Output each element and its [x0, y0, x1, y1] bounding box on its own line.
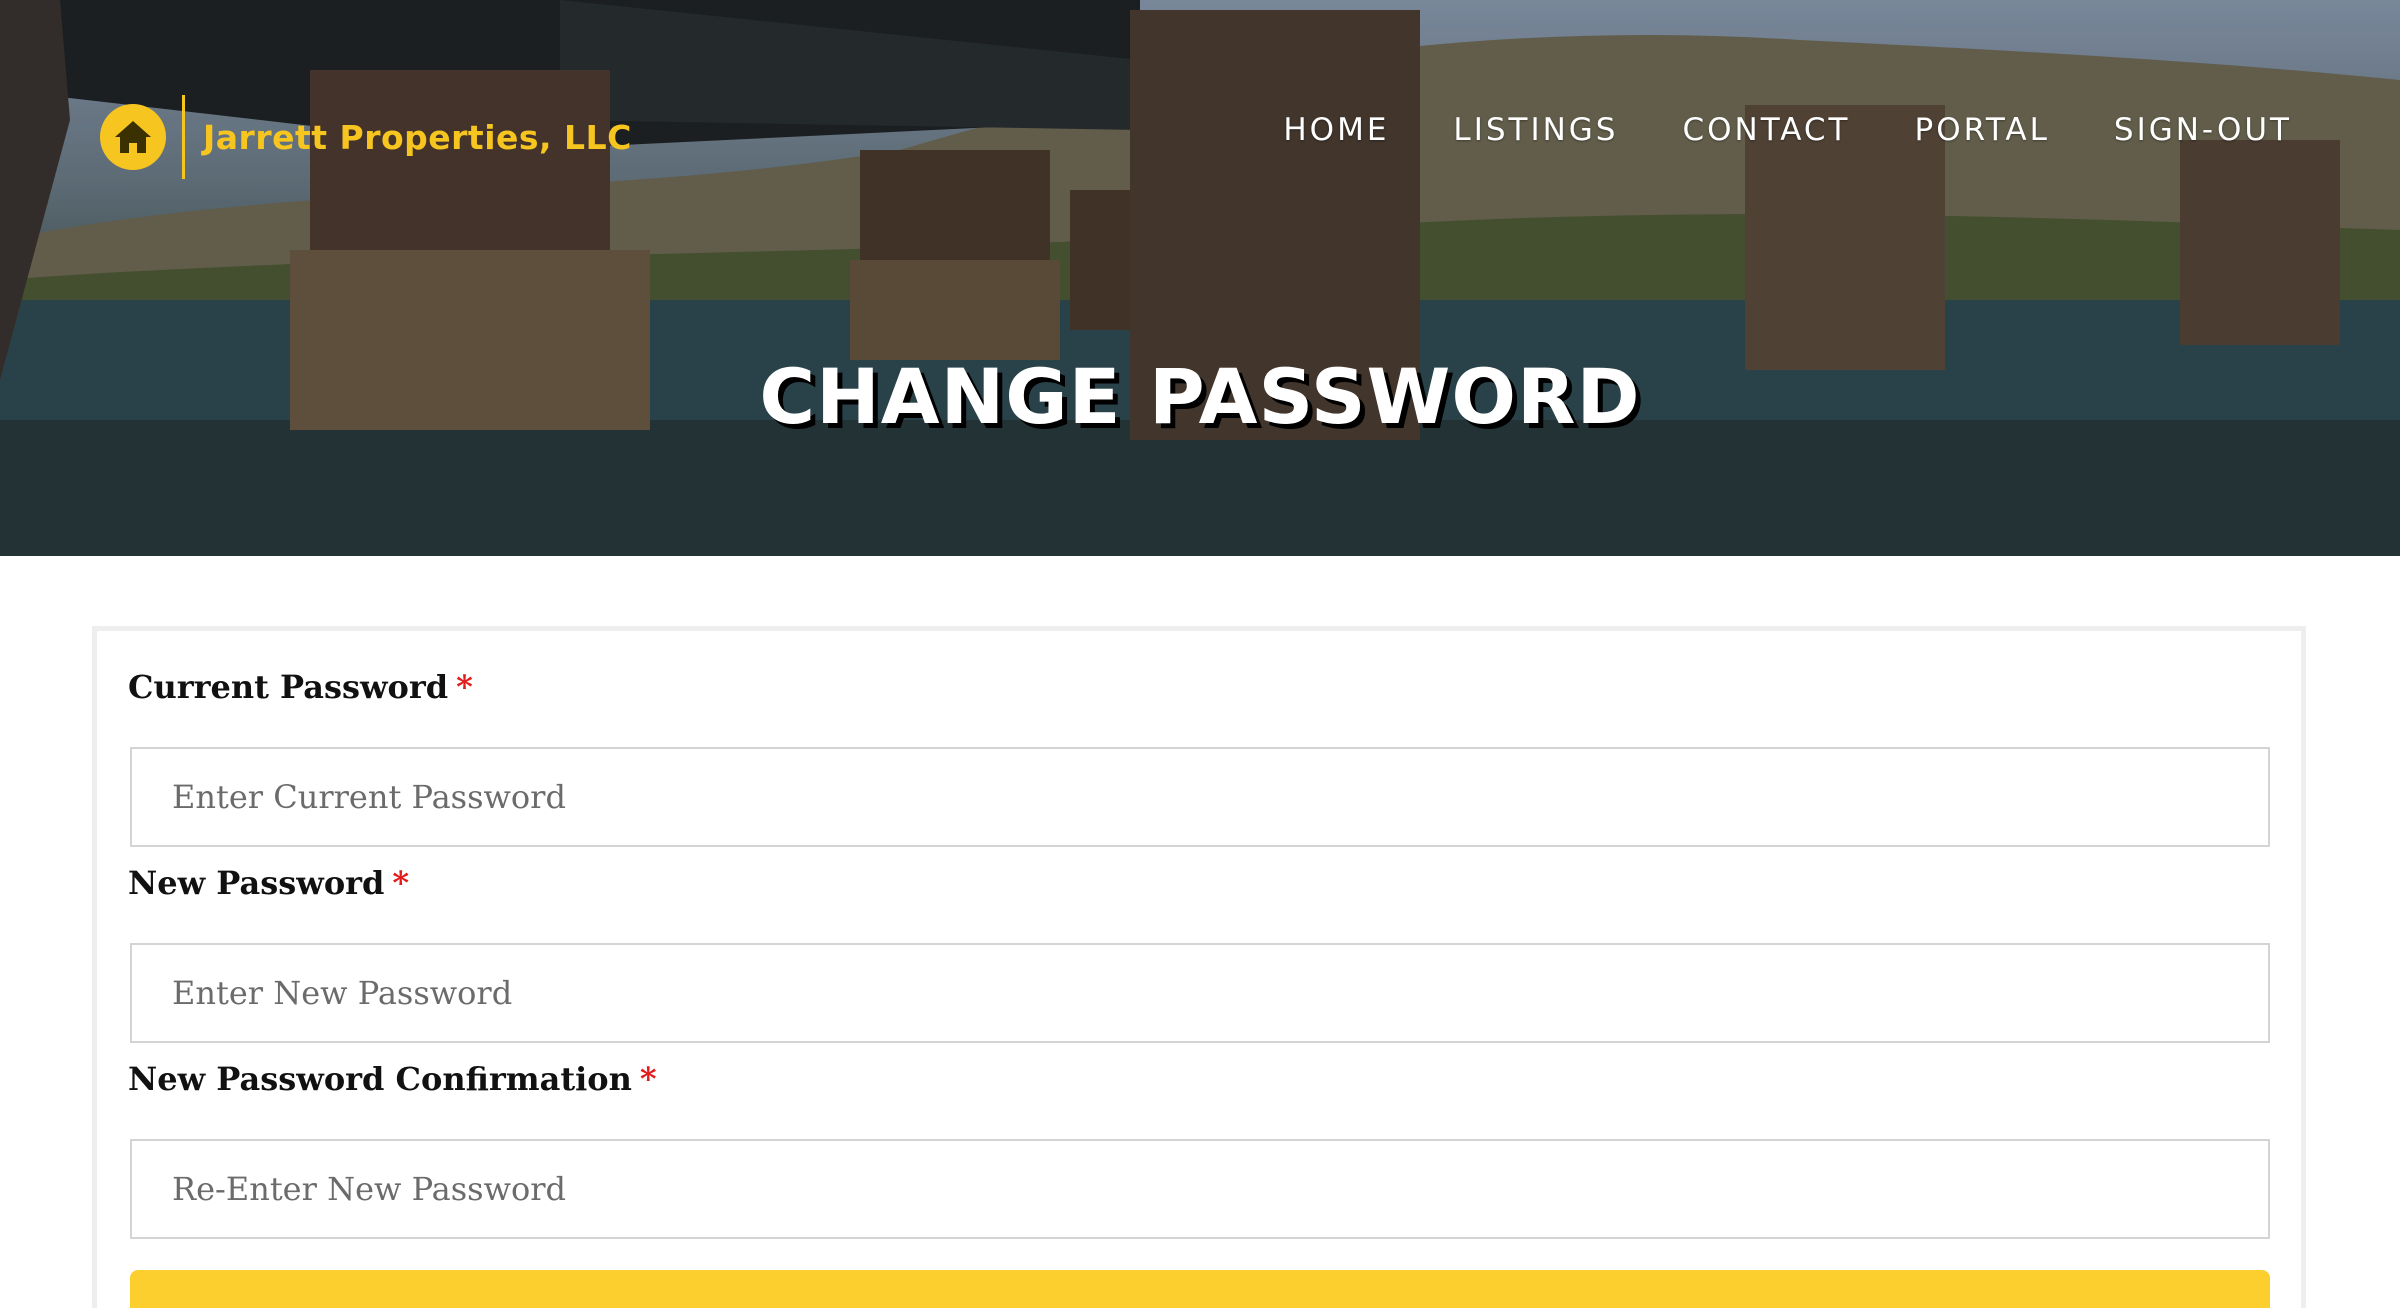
house-icon: [100, 104, 166, 170]
confirm-password-label-text: New Password Confirmation: [128, 1060, 632, 1098]
brand-home-link[interactable]: Jarrett Properties, LLC: [100, 95, 632, 179]
hero-overlay: [0, 0, 2400, 556]
nav-contact-link[interactable]: CONTACT: [1682, 112, 1850, 148]
main-nav: HOME LISTINGS CONTACT PORTAL SIGN-OUT: [1219, 112, 2292, 148]
confirm-password-label: New Password Confirmation *: [128, 1060, 657, 1098]
required-marker: *: [456, 668, 473, 706]
current-password-input[interactable]: [130, 747, 2270, 847]
nav-sign-out-link[interactable]: SIGN-OUT: [2114, 112, 2292, 148]
brand-divider: [182, 95, 185, 179]
new-password-label: New Password *: [128, 864, 409, 902]
page-title: CHANGE PASSWORD: [759, 352, 1641, 441]
brand-name: Jarrett Properties, LLC: [203, 117, 632, 157]
hero-banner: Jarrett Properties, LLC HOME LISTINGS CO…: [0, 0, 2400, 556]
nav-home-link[interactable]: HOME: [1283, 112, 1389, 148]
current-password-label-text: Current Password: [128, 668, 449, 706]
new-password-input[interactable]: [130, 943, 2270, 1043]
nav-portal-link[interactable]: PORTAL: [1915, 112, 2050, 148]
required-marker: *: [392, 864, 410, 902]
new-password-label-text: New Password: [128, 864, 385, 902]
submit-button[interactable]: [130, 1270, 2270, 1308]
required-marker: *: [639, 1060, 657, 1098]
confirm-password-input[interactable]: [130, 1139, 2270, 1239]
nav-listings-link[interactable]: LISTINGS: [1453, 112, 1618, 148]
current-password-label: Current Password *: [128, 668, 473, 706]
